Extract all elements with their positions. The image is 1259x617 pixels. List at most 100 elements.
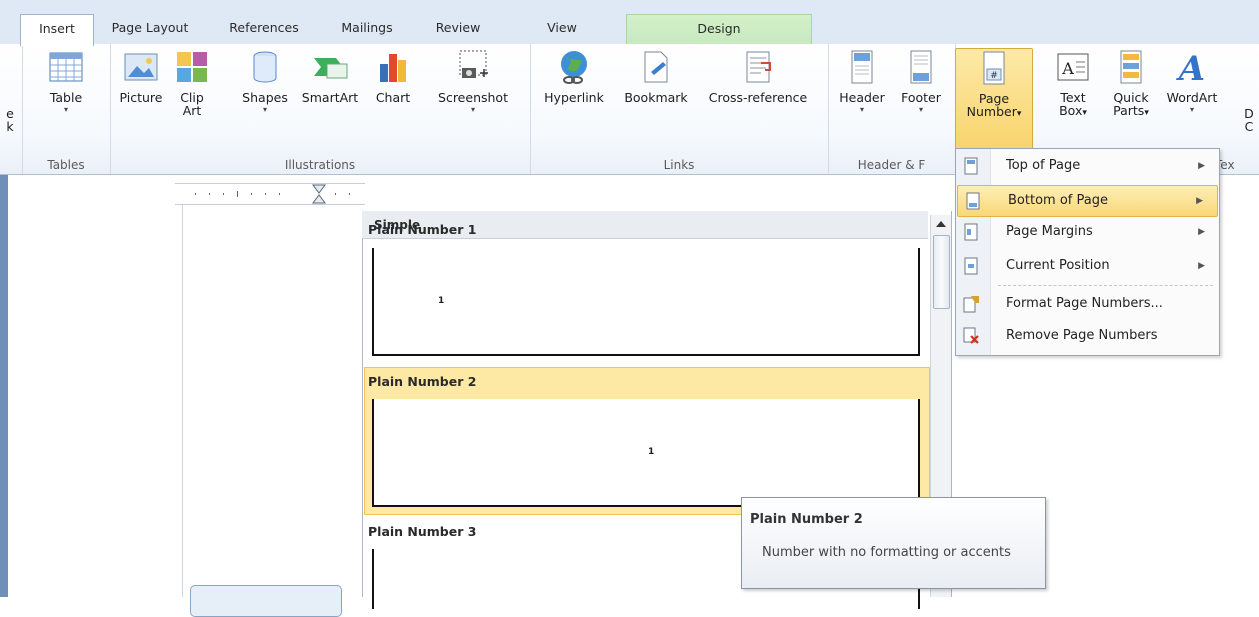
chevron-down-icon: ▾ <box>918 105 923 114</box>
smartart-icon <box>314 58 348 79</box>
menu-item-label: Bottom of Page <box>1008 193 1108 208</box>
screenshot-icon <box>459 50 488 78</box>
clip-art-button[interactable]: Clip Art <box>172 48 212 118</box>
shapes-button[interactable]: Shapes ▾ <box>238 48 292 115</box>
menu-item-bottom-of-page[interactable]: Bottom of Page ▶ <box>957 185 1218 217</box>
page-number-label-2: Number▾ <box>956 104 1032 122</box>
chart-button[interactable]: Chart <box>368 48 418 105</box>
shapes-icon <box>253 51 277 83</box>
remove-page-numbers-icon <box>963 327 979 344</box>
gallery-tooltip: Plain Number 2 Number with no formatting… <box>741 497 1046 589</box>
quick-parts-button[interactable]: Quick Parts▾ <box>1101 48 1161 121</box>
cross-reference-icon <box>746 51 771 83</box>
partial-button-left[interactable]: e k <box>0 102 20 134</box>
svg-text:A: A <box>1061 59 1074 78</box>
chevron-down-icon: ▾ <box>1016 109 1022 119</box>
submenu-arrow-icon: ▶ <box>1196 196 1203 206</box>
ruler-tick <box>349 193 350 195</box>
tooltip-description: Number with no formatting or accents <box>762 545 1011 560</box>
page-number-preview: 1 <box>438 296 445 306</box>
menu-item-format-page-numbers[interactable]: Format Page Numbers... <box>956 289 1219 319</box>
smartart-label: SmartArt <box>301 90 359 105</box>
header-label: Header <box>839 90 885 105</box>
tab-page-layout[interactable]: Page Layout <box>100 14 200 44</box>
group-label-header-footer: Header & F <box>857 158 926 172</box>
ruler-tick <box>279 193 280 195</box>
style-chip[interactable] <box>190 585 342 617</box>
quick-parts-label-text: Parts <box>1113 103 1145 118</box>
hyperlink-button[interactable]: Hyperlink <box>538 48 610 105</box>
indent-marker-icon[interactable] <box>311 184 327 204</box>
bookmark-button[interactable]: Bookmark <box>616 48 696 105</box>
menu-item-page-margins[interactable]: Page Margins ▶ <box>956 217 1219 247</box>
tooltip-title: Plain Number 2 <box>750 512 863 527</box>
smartart-button[interactable]: SmartArt <box>295 48 365 105</box>
partial-button-right[interactable]: D C <box>1239 102 1259 134</box>
tab-view[interactable]: View <box>508 14 616 44</box>
submenu-arrow-icon: ▶ <box>1198 261 1205 271</box>
bookmark-icon <box>644 51 668 83</box>
top-of-page-icon <box>964 157 978 175</box>
wordart-label: WordArt <box>1166 90 1218 105</box>
picture-label: Picture <box>119 90 163 105</box>
gallery-item-plain-number-2[interactable]: 1 <box>372 399 920 507</box>
menu-item-current-position[interactable]: Current Position ▶ <box>956 251 1219 281</box>
format-page-numbers-icon <box>963 296 979 313</box>
page-number-label-text: Number <box>966 104 1017 119</box>
text-box-icon: A <box>1057 53 1089 81</box>
footer-label: Footer <box>901 90 941 105</box>
menu-item-label: Page Margins <box>1006 224 1093 239</box>
ruler-tick <box>251 193 252 195</box>
text-box-label-2: Box▾ <box>1049 103 1097 121</box>
tab-review[interactable]: Review <box>418 14 498 44</box>
menu-item-label: Current Position <box>1006 258 1110 273</box>
picture-icon <box>124 53 158 81</box>
tab-insert[interactable]: Insert <box>20 14 94 46</box>
document-page[interactable] <box>182 205 363 597</box>
scrollbar-thumb[interactable] <box>933 235 950 309</box>
gallery-item-plain-number-1[interactable]: 1 <box>372 248 920 356</box>
cross-reference-label: Cross-reference <box>708 90 808 105</box>
table-button[interactable]: Table ▾ <box>42 48 90 115</box>
ruler-tick <box>223 193 224 195</box>
horizontal-ruler[interactable] <box>175 183 365 205</box>
chart-icon <box>380 54 406 82</box>
gallery-item-title: Plain Number 3 <box>368 524 477 539</box>
screenshot-button[interactable]: Screenshot ▾ <box>430 48 516 115</box>
group-label-tables: Tables <box>47 158 85 172</box>
header-button[interactable]: Header ▾ <box>834 48 890 115</box>
chevron-down-icon: ▾ <box>470 105 475 114</box>
page-number-button[interactable]: # Page Number▾ <box>955 48 1033 154</box>
cross-reference-button[interactable]: Cross-reference <box>698 48 818 105</box>
header-icon <box>851 50 873 84</box>
svg-text:A: A <box>1176 49 1205 86</box>
menu-item-remove-page-numbers[interactable]: Remove Page Numbers <box>956 321 1219 351</box>
ruler-tick <box>195 193 196 195</box>
hyperlink-icon <box>561 51 587 84</box>
footer-button[interactable]: Footer ▾ <box>894 48 948 115</box>
footer-icon <box>910 50 932 84</box>
tab-references[interactable]: References <box>210 14 318 44</box>
chevron-down-icon: ▾ <box>63 105 68 114</box>
wordart-icon: A <box>1176 49 1205 86</box>
quick-parts-label-2: Parts▾ <box>1101 103 1161 121</box>
page-number-menu: Top of Page ▶ Bottom of Page ▶ Page Marg… <box>955 148 1220 356</box>
text-box-button[interactable]: A Text Box▾ <box>1049 48 1097 121</box>
ribbon-tab-bar: Insert Page Layout References Mailings R… <box>0 0 1259 46</box>
tab-mailings[interactable]: Mailings <box>322 14 412 44</box>
clip-art-label: Art <box>182 103 202 118</box>
group-links: Hyperlink Bookmark Cross-reference Links <box>530 44 829 174</box>
submenu-arrow-icon: ▶ <box>1198 161 1205 171</box>
picture-button[interactable]: Picture <box>116 48 166 105</box>
tab-design[interactable]: Design <box>626 14 812 45</box>
bookmark-label: Bookmark <box>624 90 688 105</box>
chevron-down-icon: ▾ <box>1189 105 1194 114</box>
wordart-button[interactable]: A WordArt ▾ <box>1163 48 1221 115</box>
gallery-item-title: Plain Number 2 <box>368 374 477 389</box>
group-tables: Table ▾ Tables <box>22 44 111 174</box>
scroll-up-icon[interactable] <box>935 219 947 229</box>
chevron-down-icon: ▾ <box>1144 108 1149 118</box>
chart-label: Chart <box>375 90 411 105</box>
menu-item-top-of-page[interactable]: Top of Page ▶ <box>956 151 1219 181</box>
ruler-tick <box>335 193 336 195</box>
